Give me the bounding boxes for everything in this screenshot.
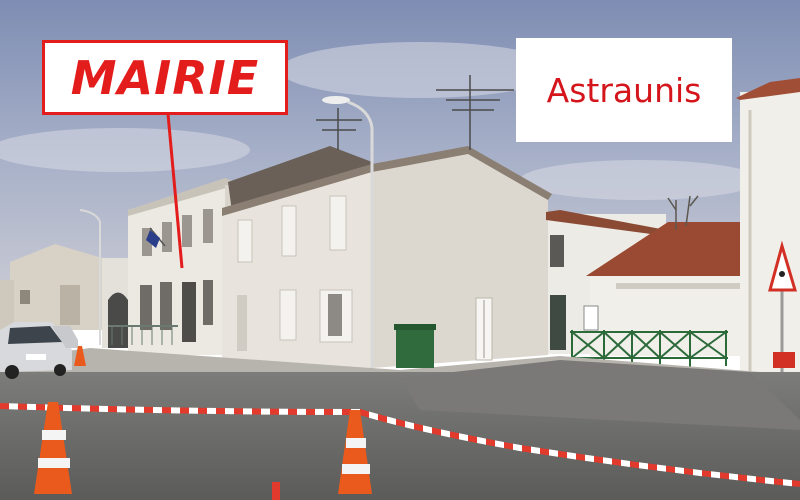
town-name-text: Astraunis (546, 70, 702, 110)
arch-building (102, 258, 132, 348)
mairie-label-text: MAIRIE (70, 50, 260, 105)
mairie-label: MAIRIE (42, 40, 288, 115)
garbage-bin (394, 324, 436, 368)
town-name-label: Astraunis (516, 38, 732, 142)
tiled-roof-building (546, 210, 748, 356)
